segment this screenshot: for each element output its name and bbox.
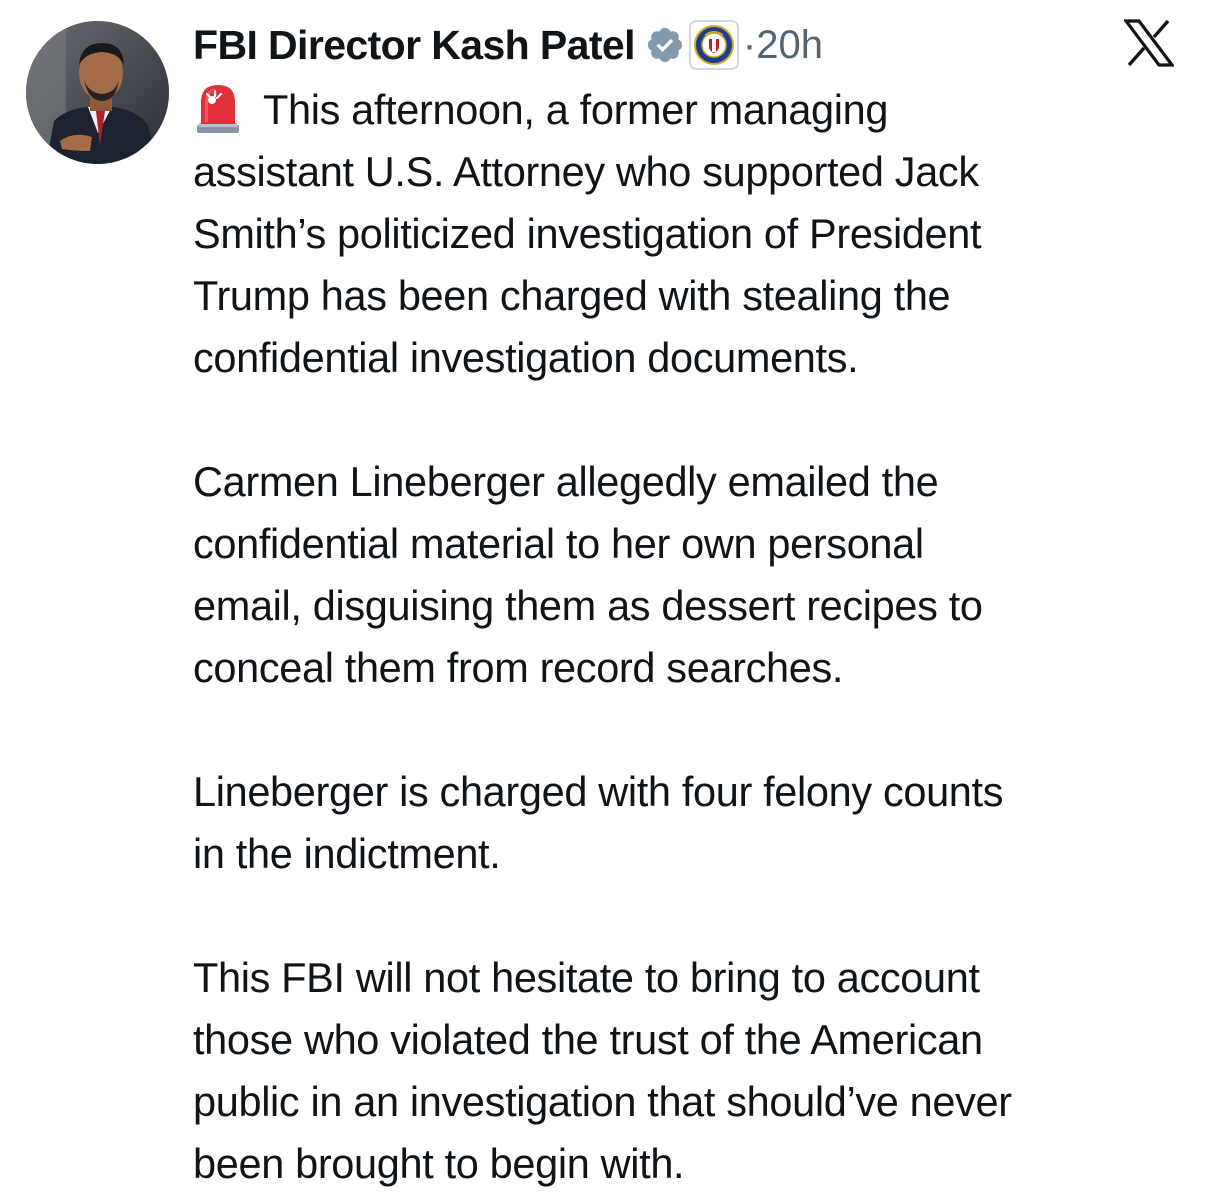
fbi-seal-icon[interactable] bbox=[688, 20, 739, 70]
tweet-text: This afternoon, a former managing assist… bbox=[193, 79, 1193, 1195]
tweet-line: been brought to begin with. bbox=[193, 1140, 685, 1187]
tweet-line: assistant U.S. Attorney who supported Ja… bbox=[193, 148, 979, 195]
tweet-timestamp[interactable]: 20h bbox=[756, 23, 823, 67]
tweet-paragraph-2: Carmen Lineberger allegedly emailed the … bbox=[193, 451, 1193, 699]
tweet-paragraph-3: Lineberger is charged with four felony c… bbox=[193, 761, 1193, 885]
tweet-line: public in an investigation that should’v… bbox=[193, 1078, 1012, 1125]
header-separator: · bbox=[742, 22, 757, 67]
x-logo-icon[interactable] bbox=[1122, 19, 1176, 67]
tweet-line: Carmen Lineberger allegedly emailed the bbox=[193, 458, 939, 505]
tweet-line: Trump has been charged with stealing the bbox=[193, 272, 951, 319]
tweet-line: confidential material to her own persona… bbox=[193, 520, 924, 567]
tweet-line: Smith’s politicized investigation of Pre… bbox=[193, 210, 982, 257]
tweet-line: confidential investigation documents. bbox=[193, 334, 859, 381]
tweet-line: email, disguising them as dessert recipe… bbox=[193, 582, 983, 629]
rotating-light-emoji-icon bbox=[193, 82, 243, 134]
tweet-line: Lineberger is charged with four felony c… bbox=[193, 768, 1004, 815]
verified-badge-icon[interactable] bbox=[645, 25, 685, 65]
tweet-line: This afternoon, a former managing bbox=[193, 79, 1193, 141]
tweet-paragraph-4: This FBI will not hesitate to bring to a… bbox=[193, 947, 1193, 1195]
tweet[interactable]: FBI Director Kash Patel ·20h This aftern… bbox=[0, 0, 1206, 1203]
author-avatar[interactable] bbox=[26, 21, 169, 164]
tweet-header: FBI Director Kash Patel ·20h bbox=[193, 14, 823, 76]
tweet-line: This FBI will not hesitate to bring to a… bbox=[193, 954, 980, 1001]
tweet-line: in the indictment. bbox=[193, 830, 501, 877]
tweet-paragraph-1: This afternoon, a former managing assist… bbox=[193, 79, 1193, 389]
avatar-photo bbox=[26, 21, 169, 164]
tweet-line: those who violated the trust of the Amer… bbox=[193, 1016, 983, 1063]
tweet-line: conceal them from record searches. bbox=[193, 644, 844, 691]
author-display-name[interactable]: FBI Director Kash Patel bbox=[193, 22, 635, 69]
